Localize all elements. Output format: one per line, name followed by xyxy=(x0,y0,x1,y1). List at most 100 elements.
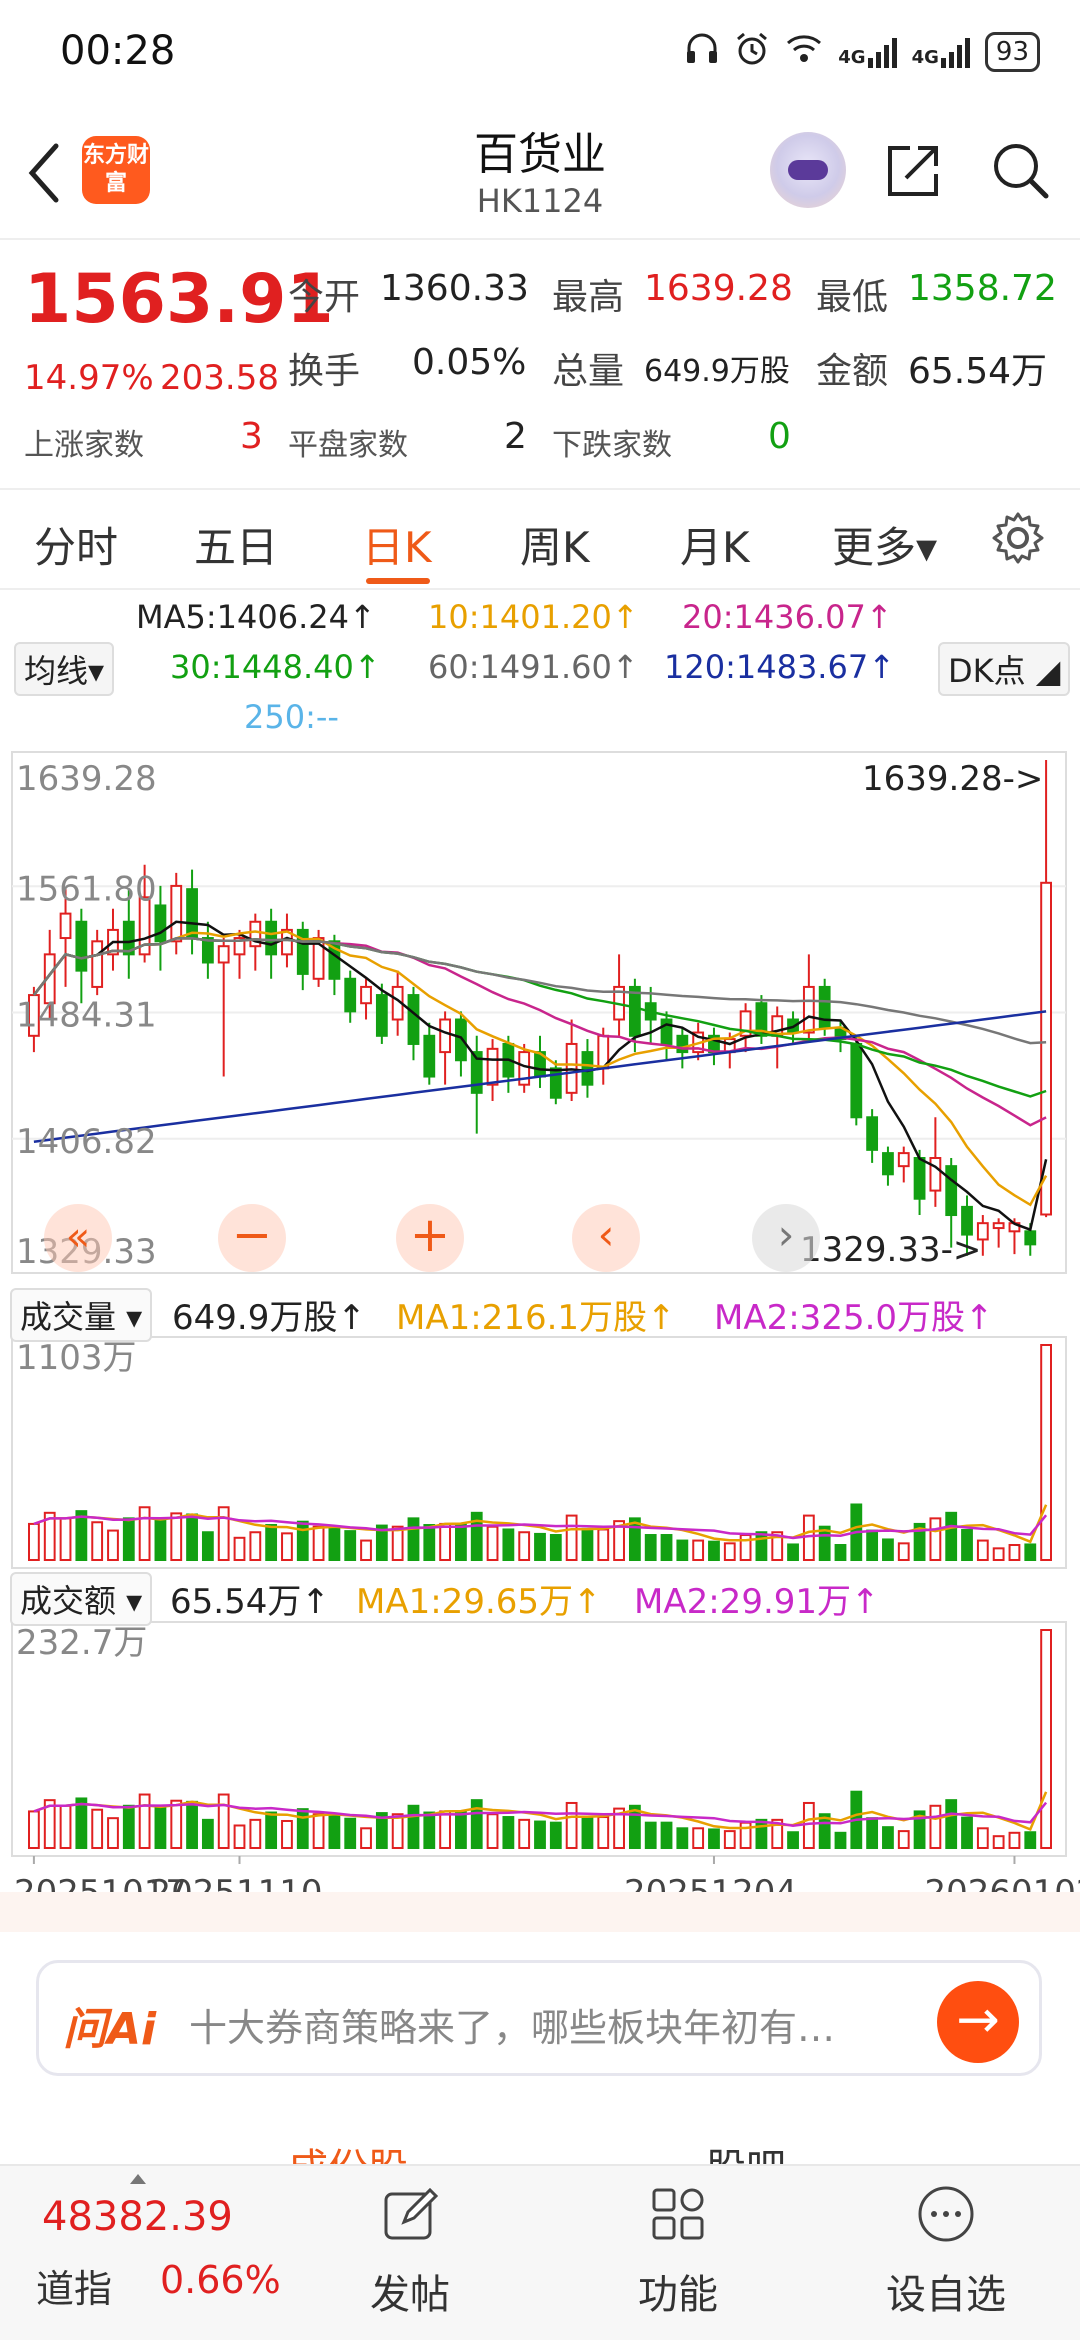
signal-icon-2: 4G xyxy=(912,36,971,68)
zoom-out-button[interactable]: − xyxy=(218,1204,286,1272)
gear-icon[interactable] xyxy=(990,510,1046,566)
candle-body xyxy=(850,1042,863,1119)
volume-bar xyxy=(28,1810,40,1850)
dk-point-button[interactable]: DK点 ◢ xyxy=(938,642,1071,696)
candle-body xyxy=(423,1034,436,1078)
volume-bar xyxy=(423,1811,436,1849)
post-button[interactable]: 发帖 xyxy=(330,2262,490,2320)
volume-bar xyxy=(597,1816,610,1850)
candle-body xyxy=(945,1165,958,1217)
candle-body xyxy=(581,1051,594,1086)
volume-bar xyxy=(660,1821,673,1850)
index-name[interactable]: 道指 xyxy=(36,2258,112,2313)
ma-selector[interactable]: 均线▾ xyxy=(14,642,115,696)
volume-bar xyxy=(866,1529,879,1562)
volume-value: 649.9万股 xyxy=(644,354,790,389)
volume-bar xyxy=(802,1514,815,1562)
volume-bar xyxy=(439,1810,452,1850)
volume-bar xyxy=(866,1817,879,1849)
index-percent[interactable]: 0.66% xyxy=(160,2258,281,2302)
ma60-value: 60:1491.60↑ xyxy=(428,648,639,686)
scroll-right-button[interactable]: › xyxy=(752,1204,820,1272)
flat-count: 2 xyxy=(504,416,527,457)
tab-more[interactable]: 更多▾ xyxy=(832,514,937,575)
ai-ask-bar[interactable]: 问Ai 十大券商策略来了，哪些板块年初有… → xyxy=(36,1960,1042,2076)
volume-bar xyxy=(265,1811,278,1849)
arrow-right-icon[interactable]: → xyxy=(937,1981,1019,2063)
candle-body xyxy=(818,985,831,1029)
post-icon[interactable] xyxy=(380,2184,440,2244)
volume-bar xyxy=(249,1818,262,1849)
volume-bar xyxy=(802,1801,815,1849)
tab-monthly-k[interactable]: 月K xyxy=(680,514,750,575)
scroll-left-button[interactable]: ‹ xyxy=(572,1204,640,1272)
volume-bar xyxy=(59,1804,72,1850)
bottom-bar: 48382.39 道指 0.66% 发帖 功能 设自选 xyxy=(0,2164,1080,2340)
zoom-in-button[interactable]: + xyxy=(396,1204,464,1272)
function-icon[interactable] xyxy=(648,2184,708,2244)
ma120-line xyxy=(33,1010,1047,1143)
volume-bar xyxy=(992,1547,1005,1561)
candle-body xyxy=(1024,1230,1037,1246)
tab-five-day[interactable]: 五日 xyxy=(194,514,278,575)
back-icon[interactable] xyxy=(20,138,70,208)
volume-bar xyxy=(107,1817,119,1849)
candle-body xyxy=(802,985,815,1034)
volume-bar xyxy=(344,1817,357,1849)
app-logo[interactable]: 东方财富 xyxy=(82,136,150,204)
volume-bar xyxy=(502,1528,515,1561)
volume-bar xyxy=(834,1831,847,1850)
volume-bar xyxy=(281,1819,293,1850)
volume-bar xyxy=(882,1826,894,1850)
volume-bar xyxy=(976,1827,989,1850)
candle-body xyxy=(75,920,88,972)
chevron-up-icon[interactable] xyxy=(130,2174,146,2184)
volume-bar xyxy=(834,1544,847,1562)
volume-bar xyxy=(233,1824,246,1849)
index-value[interactable]: 48382.39 xyxy=(42,2194,233,2240)
function-button[interactable]: 功能 xyxy=(598,2262,758,2320)
volume-selector[interactable]: 成交量 ▾ xyxy=(10,1288,153,1342)
volume-bar xyxy=(961,1816,973,1850)
volume-bar xyxy=(565,1514,578,1562)
headphones-icon xyxy=(684,31,720,74)
y-axis-label: 1406.82 xyxy=(16,1122,157,1162)
volume-bar xyxy=(312,1525,325,1562)
add-watchlist-button[interactable]: 设自选 xyxy=(866,2262,1026,2320)
tab-intraday[interactable]: 分时 xyxy=(34,514,118,575)
volume-bar xyxy=(929,1517,942,1561)
volume-bar xyxy=(581,1815,594,1850)
volume-bar xyxy=(360,1539,372,1562)
volume-bar xyxy=(344,1530,357,1562)
y-axis-label: 1561.80 xyxy=(16,869,157,909)
volume-bar xyxy=(217,1793,230,1850)
volume-bar xyxy=(423,1524,436,1562)
ma60-line xyxy=(32,937,1047,1045)
volume-bar xyxy=(961,1529,973,1562)
amount-selector[interactable]: 成交额 ▾ xyxy=(10,1572,153,1626)
volume-bar xyxy=(154,1517,167,1561)
candle-body xyxy=(217,945,230,964)
candle-body xyxy=(59,912,72,940)
robot-icon[interactable] xyxy=(770,132,846,208)
more-icon[interactable] xyxy=(916,2184,976,2244)
tab-daily-k[interactable]: 日K xyxy=(362,514,432,575)
volume-bar xyxy=(107,1529,119,1562)
share-icon[interactable] xyxy=(882,138,946,202)
volume-bar xyxy=(565,1801,578,1849)
candle-body xyxy=(866,1116,879,1151)
volume-bar xyxy=(328,1525,341,1562)
search-icon[interactable] xyxy=(988,138,1052,202)
candle-body xyxy=(407,994,420,1045)
volume-bar xyxy=(1040,1629,1052,1849)
candle-body xyxy=(882,1152,894,1176)
volume-bar xyxy=(581,1527,594,1561)
volume-bar xyxy=(534,1820,546,1850)
volume-bar xyxy=(486,1813,499,1849)
volume-bar xyxy=(992,1835,1005,1849)
candle-body xyxy=(897,1152,910,1168)
tab-weekly-k[interactable]: 周K xyxy=(520,514,590,575)
candle-body xyxy=(992,1222,1005,1230)
scroll-left-fast-button[interactable]: « xyxy=(44,1204,112,1272)
high-label: 最高 xyxy=(552,277,625,318)
